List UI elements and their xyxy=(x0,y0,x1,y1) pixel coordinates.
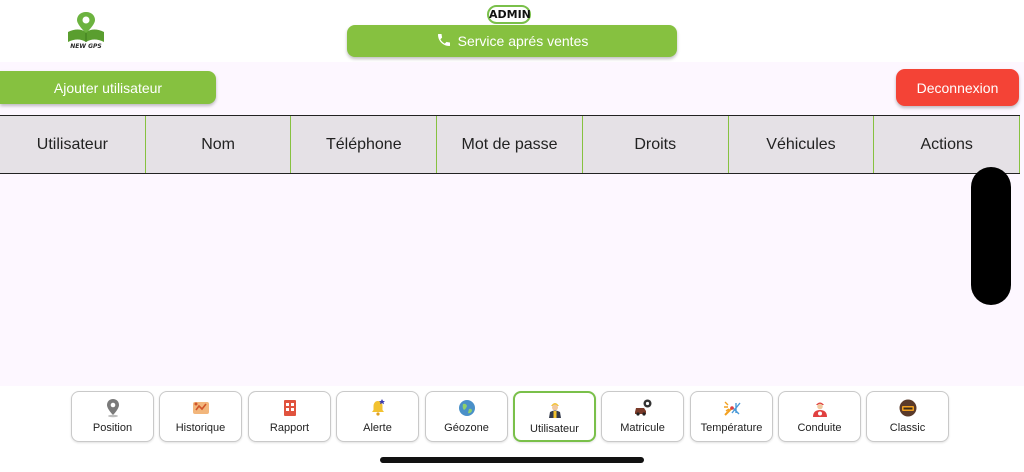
nav-item-temperature[interactable]: Température xyxy=(690,391,773,442)
users-table-header: Utilisateur Nom Téléphone Mot de passe D… xyxy=(0,115,1021,174)
nav-label: Géozone xyxy=(444,422,489,434)
service-button-label: Service aprés ventes xyxy=(457,33,589,49)
add-user-button[interactable]: Ajouter utilisateur xyxy=(0,71,216,104)
classic-icon xyxy=(898,398,918,418)
logo: NEW GPS xyxy=(62,10,110,52)
nav-item-classic[interactable]: Classic xyxy=(866,391,949,442)
nav-item-alerte[interactable]: Alerte xyxy=(336,391,419,442)
nav-label: Rapport xyxy=(269,422,310,434)
logo-icon xyxy=(68,12,104,42)
nav-label: Température xyxy=(700,422,763,434)
driver-icon xyxy=(810,398,830,418)
column-header-droits: Droits xyxy=(583,116,729,173)
nav-label: Historique xyxy=(175,422,226,434)
map-pin-icon xyxy=(103,398,123,418)
nav-item-rapport[interactable]: Rapport xyxy=(248,391,331,442)
main-content: Ajouter utilisateur Deconnexion Utilisat… xyxy=(0,62,1024,386)
nav-item-conduite[interactable]: Conduite xyxy=(778,391,861,442)
phone-icon xyxy=(436,32,452,51)
bell-icon xyxy=(368,398,388,418)
nav-label: Utilisateur xyxy=(530,423,579,435)
logo-text: NEW GPS xyxy=(70,43,102,50)
app-screen: NEW GPS ADMIN Service aprés ventes Ajout… xyxy=(0,0,1024,472)
home-indicator[interactable] xyxy=(380,457,644,463)
nav-label: Position xyxy=(92,422,133,434)
nav-item-geozone[interactable]: Géozone xyxy=(425,391,508,442)
logout-button[interactable]: Deconnexion xyxy=(896,69,1019,106)
app-header: NEW GPS ADMIN Service aprés ventes xyxy=(0,0,1024,62)
nav-label: Alerte xyxy=(363,422,392,434)
column-header-utilisateur: Utilisateur xyxy=(0,116,146,173)
service-button[interactable]: Service aprés ventes xyxy=(347,25,677,57)
column-header-vehicules: Véhicules xyxy=(729,116,875,173)
scrollbar-thumb[interactable] xyxy=(971,167,1011,305)
report-icon xyxy=(280,398,300,418)
user-icon xyxy=(545,399,565,419)
nav-item-utilisateur[interactable]: Utilisateur xyxy=(513,391,596,442)
nav-item-position[interactable]: Position xyxy=(71,391,154,442)
bottom-nav: Position Historique Rapport Alerte Géozo xyxy=(0,386,1024,472)
nav-item-matricule[interactable]: Matricule xyxy=(601,391,684,442)
nav-label: Conduite xyxy=(797,422,842,434)
column-header-actions: Actions xyxy=(874,116,1021,173)
nav-item-historique[interactable]: Historique xyxy=(159,391,242,442)
nav-label: Classic xyxy=(889,422,926,434)
history-icon xyxy=(191,398,211,418)
role-badge: ADMIN xyxy=(487,5,531,24)
temperature-icon xyxy=(722,398,742,418)
car-gear-icon xyxy=(633,398,653,418)
globe-icon xyxy=(457,398,477,418)
column-header-mot-de-passe: Mot de passe xyxy=(437,116,583,173)
column-header-nom: Nom xyxy=(146,116,292,173)
column-header-telephone: Téléphone xyxy=(291,116,438,173)
nav-label: Matricule xyxy=(620,422,665,434)
